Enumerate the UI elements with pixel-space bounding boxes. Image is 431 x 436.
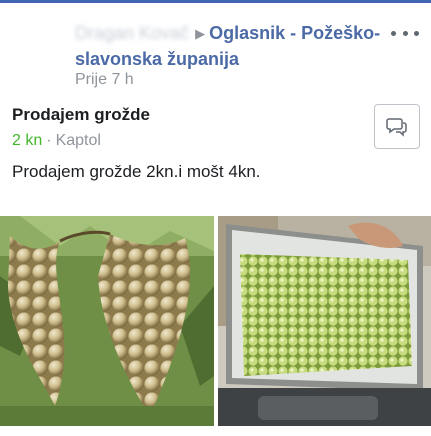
author-line: Dragan Kovač ▶ Oglasnik - Požeško-slavonsk…: [75, 21, 393, 72]
grapes-bunches-image: [0, 216, 214, 426]
listing-price: 2 kn: [12, 132, 43, 149]
photo-gallery: [0, 216, 431, 436]
listing-title: Prodajem grožde: [12, 105, 150, 124]
grapes-crate-image: [218, 216, 431, 426]
more-options-button[interactable]: [391, 25, 419, 41]
post-header: Dragan Kovač ▶ Oglasnik - Požeško-slavonsk…: [0, 3, 431, 95]
price-row: 2 kn · Kaptol: [12, 132, 101, 150]
separator: ·: [46, 132, 52, 149]
avatar[interactable]: [12, 15, 68, 71]
author-name[interactable]: Dragan Kovač: [75, 23, 189, 43]
photo-grapes-crate[interactable]: [218, 216, 431, 426]
arrow-right-icon: ▶: [195, 26, 206, 41]
listing-description: Prodajem grožde 2kn.i mošt 4kn.: [12, 162, 261, 181]
message-seller-button[interactable]: [374, 104, 420, 149]
listing: Prodajem grožde 2 kn · Kaptol Prodajem gro…: [0, 100, 431, 215]
photo-grapes-bunches[interactable]: [0, 216, 214, 426]
listing-location: Kaptol: [55, 132, 101, 149]
post-timestamp[interactable]: Prije 7 h: [75, 71, 134, 89]
message-bubble-icon: [386, 117, 407, 137]
more-horizontal-icon: [391, 30, 396, 36]
